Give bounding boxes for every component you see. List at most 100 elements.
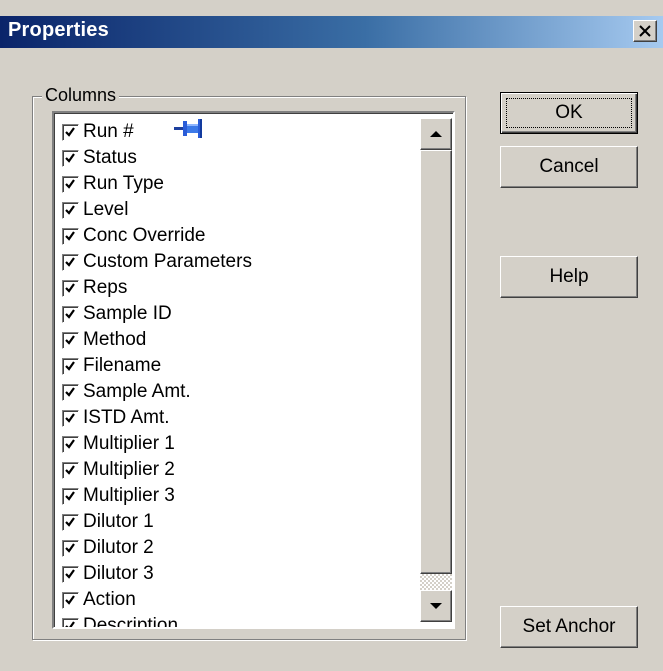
checkbox[interactable] [62,513,79,531]
list-item-label: Filename [83,355,162,376]
list-item[interactable]: Run # [62,119,412,145]
check-icon [65,594,75,605]
window-title: Properties [8,19,109,41]
check-icon [65,438,75,449]
check-icon [65,360,75,371]
checkbox[interactable] [62,305,79,323]
properties-dialog: Properties Columns Run # Status Run Type Le… [0,0,663,671]
checkbox[interactable] [62,383,79,401]
list-item-label: Run Type [83,173,164,194]
checkbox[interactable] [62,461,79,479]
list-item[interactable]: Multiplier 3 [62,483,412,509]
checkbox[interactable] [62,487,79,505]
list-item[interactable]: Conc Override [62,223,412,249]
arrow-up-icon [430,131,442,137]
close-icon [639,25,651,37]
list-item[interactable]: Custom Parameters [62,249,412,275]
checkbox[interactable] [62,591,79,609]
list-item[interactable]: Sample Amt. [62,379,412,405]
set-anchor-button[interactable]: Set Anchor [500,606,638,648]
checkbox[interactable] [62,253,79,271]
check-icon [65,126,75,137]
arrow-down-icon [430,603,442,609]
list-item[interactable]: Dilutor 1 [62,509,412,535]
scroll-thumb[interactable] [420,150,452,574]
list-item[interactable]: Status [62,145,412,171]
scroll-track[interactable] [420,574,452,590]
list-item[interactable]: Method [62,327,412,353]
list-item-label: Reps [83,277,128,298]
list-item-label: Sample ID [83,303,172,324]
checkbox[interactable] [62,201,79,219]
list-item[interactable]: Level [62,197,412,223]
title-bar[interactable]: Properties [0,16,663,48]
list-item-label: Custom Parameters [83,251,252,272]
scroll-down-button[interactable] [420,590,452,622]
list-item-label: Sample Amt. [83,381,191,402]
list-item-label: Multiplier 2 [83,459,175,480]
list-item[interactable]: Dilutor 2 [62,535,412,561]
check-icon [65,204,75,215]
check-icon [65,256,75,267]
list-item-label: Dilutor 2 [83,537,154,558]
check-icon [65,516,75,527]
checkbox[interactable] [62,149,79,167]
list-item-label: ISTD Amt. [83,407,170,428]
columns-listbox[interactable]: Run # Status Run Type Level Conc Override Cus… [52,111,455,629]
checkbox[interactable] [62,539,79,557]
ok-button[interactable]: OK [500,92,638,134]
scroll-up-button[interactable] [420,118,452,150]
list-item-label: Multiplier 1 [83,433,175,454]
checkbox[interactable] [62,409,79,427]
columns-group-label: Columns [42,85,120,106]
list-item-label: Run # [83,121,134,142]
check-icon [65,490,75,501]
list-item[interactable]: ISTD Amt. [62,405,412,431]
list-item[interactable]: Multiplier 1 [62,431,412,457]
check-icon [65,568,75,579]
check-icon [65,178,75,189]
cancel-button[interactable]: Cancel [500,146,638,188]
list-item-label: Method [83,329,147,350]
list-item[interactable]: Filename [62,353,412,379]
list-item[interactable]: Reps [62,275,412,301]
list-item-label: Level [83,199,129,220]
checkbox[interactable] [62,227,79,245]
help-button-label: Help [549,266,589,287]
check-icon [65,412,75,423]
list-item[interactable]: Multiplier 2 [62,457,412,483]
list-item-label: Action [83,589,136,610]
check-icon [65,152,75,163]
list-scrollbar[interactable] [420,118,452,622]
check-icon [65,464,75,475]
check-icon [65,230,75,241]
pin-icon[interactable] [174,118,204,140]
list-item[interactable]: Run Type [62,171,412,197]
checkbox[interactable] [62,331,79,349]
list-item-label: Dilutor 3 [83,563,154,584]
list-item-label: Multiplier 3 [83,485,175,506]
check-icon [65,386,75,397]
cancel-button-label: Cancel [539,156,599,177]
checkbox[interactable] [62,617,79,627]
checkbox[interactable] [62,175,79,193]
list-item[interactable]: Dilutor 3 [62,561,412,587]
checkbox[interactable] [62,357,79,375]
list-item[interactable]: Action [62,587,412,613]
columns-list: Run # Status Run Type Level Conc Override Cus… [62,119,412,627]
close-button[interactable] [633,20,657,42]
check-icon [65,334,75,345]
checkbox[interactable] [62,565,79,583]
checkbox[interactable] [62,279,79,297]
focus-rect [506,98,632,128]
check-icon [65,308,75,319]
list-item[interactable]: Description [62,613,412,627]
list-item-label: Dilutor 1 [83,511,154,532]
checkbox[interactable] [62,123,79,141]
checkbox[interactable] [62,435,79,453]
set-anchor-button-label: Set Anchor [522,616,616,637]
list-item[interactable]: Sample ID [62,301,412,327]
help-button[interactable]: Help [500,256,638,298]
list-item-label: Status [83,147,137,168]
check-icon [65,282,75,293]
